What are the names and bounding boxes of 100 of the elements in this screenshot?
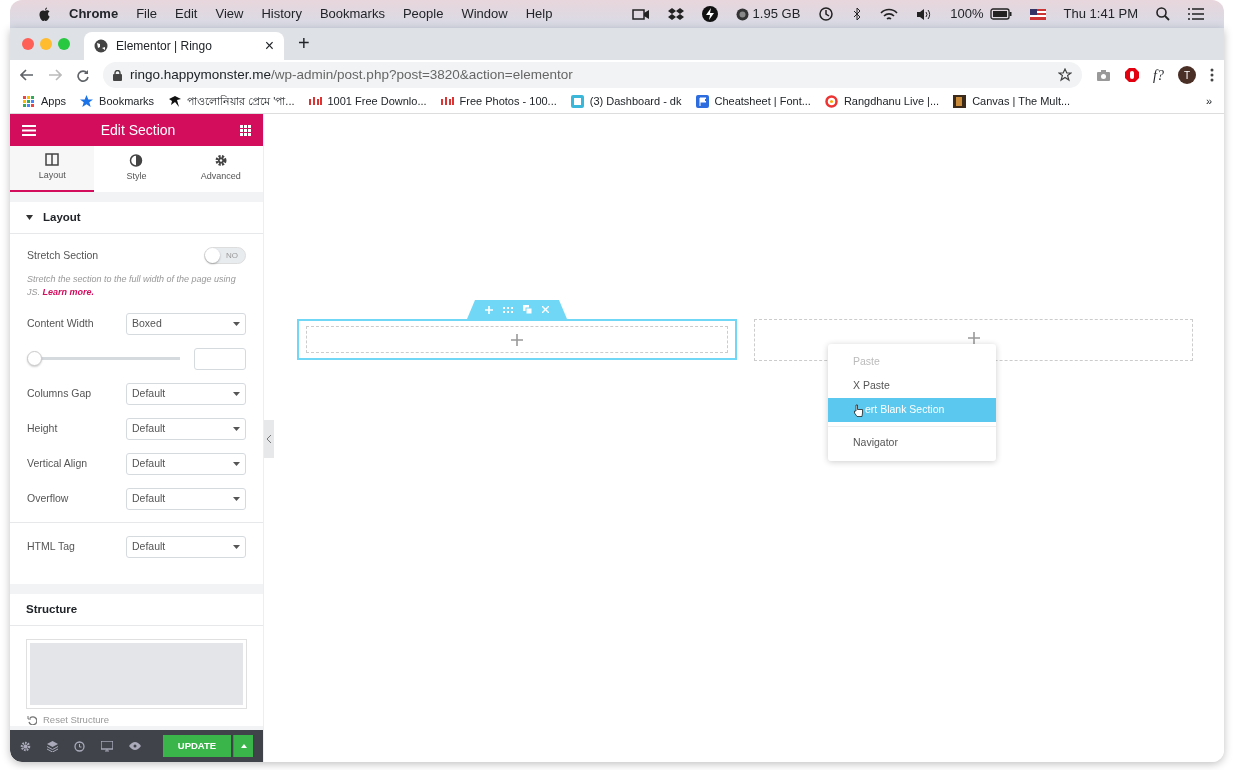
gauge-icon[interactable] (735, 7, 749, 21)
url-text: ringo.happymonster.me/wp-admin/post.php?post=3820&action=elementor (130, 65, 573, 84)
caret-icon (26, 215, 33, 220)
battery-icon[interactable] (989, 8, 1012, 20)
more-bookmarks-button[interactable]: » (1205, 93, 1212, 110)
bird-icon (168, 95, 182, 108)
columns-icon (45, 153, 60, 167)
flag-icon[interactable] (1029, 8, 1046, 20)
menu-icon[interactable] (22, 124, 36, 136)
extension-button[interactable]: f? (1153, 64, 1164, 86)
bookmark[interactable]: Cheatsheet | Font... (695, 93, 811, 110)
apps-icon (22, 95, 35, 108)
caret-icon (233, 544, 240, 549)
menu-item[interactable]: Help (525, 4, 553, 24)
select-field[interactable]: Default (126, 417, 246, 440)
chevron-icon (266, 435, 272, 443)
memory-reading: 1.95 GB (752, 5, 801, 24)
bookmark[interactable]: 1001 Free Downlo... (308, 93, 427, 110)
number-field[interactable] (194, 347, 246, 370)
avatar[interactable]: T (1178, 66, 1196, 84)
caret-icon (233, 426, 240, 431)
field-label: Columns Gap (27, 385, 93, 401)
undo-icon (27, 715, 37, 726)
bookmark[interactable]: Canvas | The Mult... (953, 93, 1071, 110)
select-field[interactable]: Default (126, 382, 246, 405)
globe-icon (94, 39, 108, 53)
layers-icon[interactable] (47, 740, 58, 752)
menu-item[interactable]: File (136, 4, 158, 24)
settings-icon[interactable] (20, 740, 31, 752)
more-icon[interactable] (1210, 68, 1214, 82)
desktop-icon[interactable] (101, 740, 113, 752)
bars-icon (440, 95, 454, 108)
bookmark[interactable]: পাওলোনিয়ার প্রেমে 'পা... (168, 93, 295, 110)
lock-icon (113, 69, 122, 81)
star-icon[interactable] (1058, 68, 1073, 82)
select-field[interactable]: Default (126, 452, 246, 475)
select-field[interactable]: Boxed (126, 312, 246, 335)
time-machine-icon[interactable] (818, 6, 835, 22)
ring-icon (824, 95, 838, 108)
field-label: Vertical Align (27, 455, 89, 471)
bookmark[interactable]: Rangdhanu Live |... (824, 93, 940, 110)
learn-more-link[interactable]: Learn more. (42, 286, 95, 297)
eye-icon[interactable] (129, 742, 141, 750)
gear-icon (213, 154, 228, 168)
menu-item[interactable]: View (215, 4, 244, 24)
menu-item[interactable]: X Paste (828, 374, 996, 398)
list-icon[interactable] (1188, 8, 1204, 20)
tab-close-button[interactable]: × (264, 34, 274, 58)
address-bar[interactable]: ringo.happymonster.me/wp-admin/post.php?post=3820&action=elementor (103, 62, 1083, 88)
caret-up-icon (240, 744, 247, 748)
back-icon[interactable] (20, 69, 34, 81)
add-icon[interactable] (967, 332, 980, 344)
panel-tab[interactable]: Layout (10, 146, 95, 192)
field-label: HTML Tag (27, 538, 76, 554)
flag-icon (695, 95, 709, 108)
search-icon[interactable] (1156, 7, 1170, 21)
field-label: Content Width (27, 315, 95, 331)
bars-icon (308, 95, 322, 108)
stop-sign-icon[interactable] (1125, 68, 1140, 82)
hand-cursor-icon (853, 403, 863, 417)
history-icon[interactable] (74, 740, 85, 752)
add-icon[interactable] (511, 333, 523, 346)
dropbox-icon[interactable] (667, 7, 684, 21)
field-label: Overflow (27, 490, 70, 506)
camera-icon[interactable] (631, 7, 650, 21)
publish-options-button[interactable] (233, 735, 253, 757)
bluetooth-icon[interactable] (852, 7, 863, 21)
caret-icon (233, 461, 240, 466)
menu-item[interactable]: People (402, 4, 444, 24)
field-label: Stretch Section (27, 247, 100, 263)
menu-item[interactable]: Navigator (828, 431, 996, 455)
menu-item[interactable]: Edit (175, 4, 198, 24)
wifi-icon[interactable] (880, 7, 899, 21)
clock[interactable]: Thu 1:41 PM (1063, 4, 1138, 24)
select-field[interactable]: Default (126, 535, 246, 558)
volume-icon[interactable] (916, 7, 933, 21)
battery-reading: 100% (950, 5, 984, 24)
caret-icon (233, 391, 240, 396)
bolt-icon[interactable] (701, 6, 718, 22)
bookmark[interactable]: Apps (22, 93, 67, 110)
bookmark[interactable]: Bookmarks (80, 93, 155, 110)
menu-item[interactable]: Bookmarks (319, 4, 385, 24)
menu-item[interactable]: Window (461, 4, 508, 24)
bookmark[interactable]: Free Photos - 100... (440, 93, 557, 110)
square-icon (570, 95, 584, 108)
drag-handle-icon[interactable] (503, 306, 513, 313)
help-text: Stretch the section to the full width of the page using JS. Learn more. (26, 273, 237, 299)
app-menu[interactable]: Chrome (69, 4, 119, 24)
browser-tab[interactable]: Elementor | Ringo × (84, 32, 284, 60)
new-tab-button[interactable]: + (298, 28, 310, 58)
close-button[interactable] (22, 38, 34, 50)
grid-icon[interactable] (240, 124, 251, 136)
reload-icon[interactable] (76, 68, 89, 82)
caret-icon (233, 496, 240, 501)
star-icon (80, 95, 94, 108)
select-field[interactable]: Default (126, 487, 246, 510)
apple-icon (38, 6, 51, 22)
menu-item[interactable]: History (261, 4, 302, 24)
slider-thumb[interactable] (27, 351, 42, 367)
bookmark[interactable]: (3) Dashboard - dk (570, 93, 682, 110)
